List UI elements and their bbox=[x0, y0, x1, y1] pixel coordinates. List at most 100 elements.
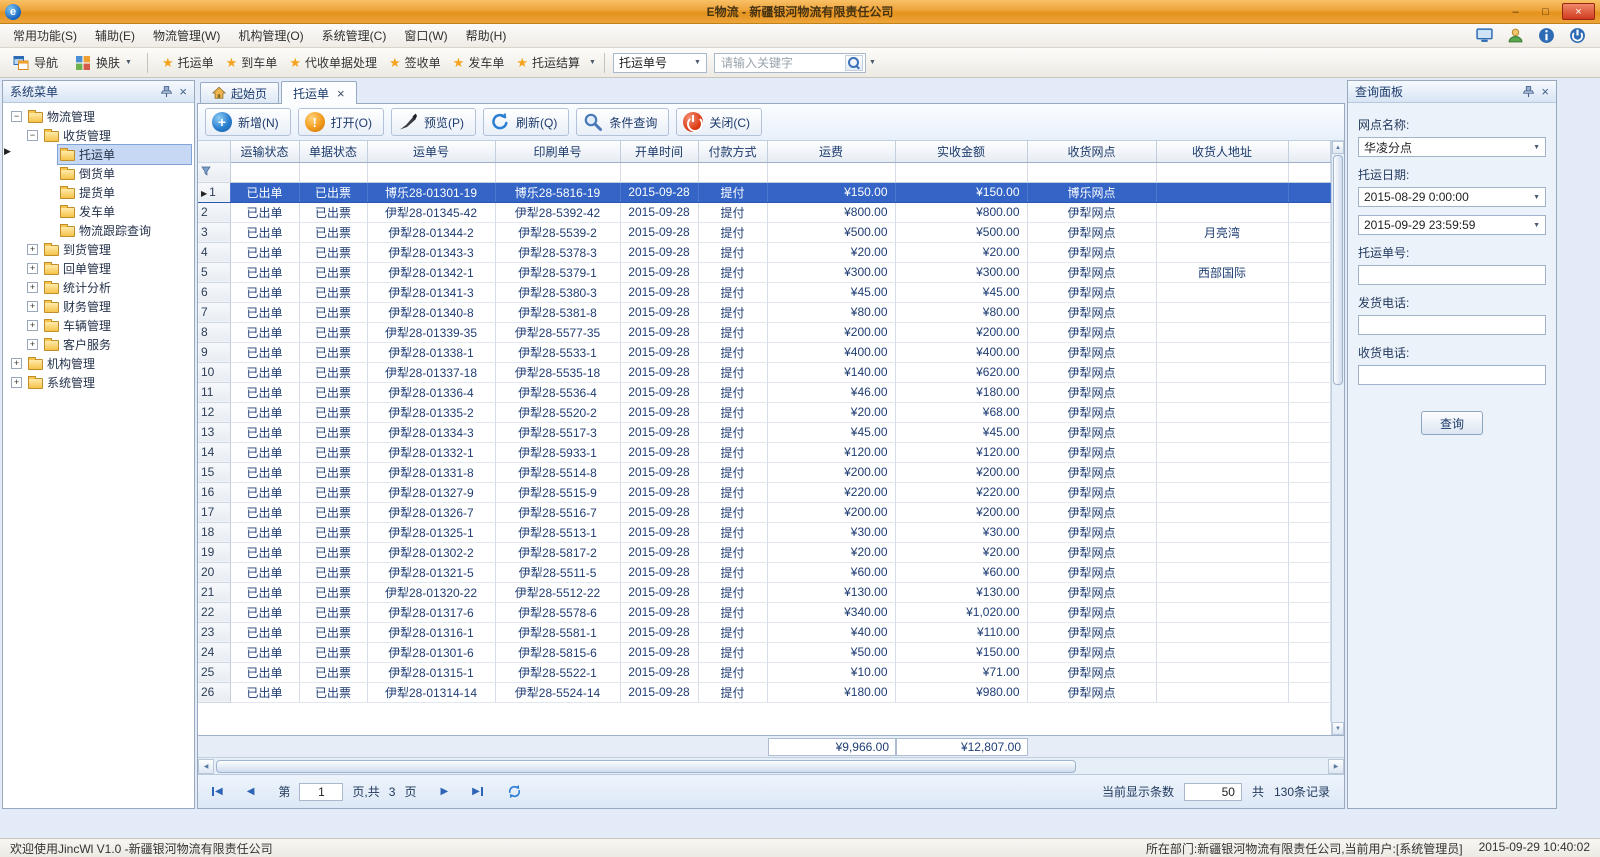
filter-cell[interactable] bbox=[1156, 162, 1288, 182]
next-page-button[interactable]: ▶ bbox=[440, 787, 448, 797]
tab-close-icon[interactable]: × bbox=[337, 87, 345, 100]
table-row[interactable]: ▶10 已出单 已出票 伊犁28-01337-18 伊犁28-5535-18 2… bbox=[198, 362, 1331, 382]
nav-button[interactable]: 导航 bbox=[6, 51, 65, 74]
table-row[interactable]: ▶17 已出单 已出票 伊犁28-01326-7 伊犁28-5516-7 201… bbox=[198, 502, 1331, 522]
close-button[interactable]: × bbox=[1562, 3, 1595, 20]
tree-expander-icon[interactable]: + bbox=[27, 244, 38, 255]
table-row[interactable]: ▶1 已出单 已出票 博乐28-01301-19 博乐28-5816-19 20… bbox=[198, 182, 1331, 202]
column-header[interactable]: 开单时间 bbox=[620, 141, 698, 162]
tree-item[interactable]: − 物流管理 bbox=[3, 107, 194, 126]
favorites-overflow-arrow-icon[interactable]: ▼ bbox=[589, 59, 596, 66]
filter-cell[interactable] bbox=[230, 162, 299, 182]
tree-node[interactable]: 回单管理 bbox=[41, 258, 192, 279]
search-overflow-arrow-icon[interactable]: ▼ bbox=[869, 59, 876, 66]
table-row[interactable]: ▶6 已出单 已出票 伊犁28-01341-3 伊犁28-5380-3 2015… bbox=[198, 282, 1331, 302]
new-button[interactable]: + 新增(N) bbox=[205, 108, 291, 136]
table-row[interactable]: ▶5 已出单 已出票 伊犁28-01342-1 伊犁28-5379-1 2015… bbox=[198, 262, 1331, 282]
date-from-select[interactable]: 2015-08-29 0:00:00 ▼ bbox=[1358, 187, 1546, 207]
user-icon[interactable] bbox=[1507, 27, 1524, 44]
table-row[interactable]: ▶16 已出单 已出票 伊犁28-01327-9 伊犁28-5515-9 201… bbox=[198, 482, 1331, 502]
refresh-button[interactable]: 刷新(Q) bbox=[483, 108, 569, 136]
horizontal-scroll-thumb[interactable] bbox=[216, 760, 1076, 773]
table-row[interactable]: ▶21 已出单 已出票 伊犁28-01320-22 伊犁28-5512-22 2… bbox=[198, 582, 1331, 602]
tree-node[interactable]: 收货管理 bbox=[41, 125, 192, 146]
filter-cell[interactable] bbox=[767, 162, 895, 182]
menu-item[interactable]: 窗口(W) bbox=[395, 23, 456, 48]
table-row[interactable]: ▶20 已出单 已出票 伊犁28-01321-5 伊犁28-5511-5 201… bbox=[198, 562, 1331, 582]
maximize-button[interactable]: □ bbox=[1532, 3, 1559, 20]
tree-node[interactable]: 物流跟踪查询 bbox=[57, 220, 192, 241]
filter-cell[interactable] bbox=[367, 162, 495, 182]
table-row[interactable]: ▶22 已出单 已出票 伊犁28-01317-6 伊犁28-5578-6 201… bbox=[198, 602, 1331, 622]
send-phone-input[interactable] bbox=[1358, 315, 1546, 335]
menu-item[interactable]: 物流管理(W) bbox=[144, 23, 229, 48]
tree-node[interactable]: 车辆管理 bbox=[41, 315, 192, 336]
prev-page-button[interactable]: ◀ bbox=[247, 787, 255, 797]
computer-icon[interactable] bbox=[1476, 27, 1493, 44]
preview-button[interactable]: 预览(P) bbox=[391, 108, 476, 136]
tree-item[interactable]: + 统计分析 bbox=[3, 278, 194, 297]
tab-consignment[interactable]: 托运单 × bbox=[281, 81, 357, 104]
tree-item[interactable]: + 回单管理 bbox=[3, 259, 194, 278]
tree-item[interactable]: 托运单 bbox=[3, 145, 194, 164]
menu-item[interactable]: 常用功能(S) bbox=[4, 23, 86, 48]
tree-expander-icon[interactable]: − bbox=[27, 130, 38, 141]
sidebar-collapse-arrow-icon[interactable]: ▶ bbox=[4, 146, 11, 157]
favorite-shortcut[interactable]: ★ 签收单 bbox=[383, 51, 447, 74]
first-page-button[interactable]: ◀ bbox=[212, 787, 223, 797]
condition-query-button[interactable]: 条件查询 bbox=[576, 108, 669, 136]
close-tab-button[interactable]: 关闭(C) bbox=[676, 108, 762, 136]
search-field-combo[interactable]: 托运单号 ▼ bbox=[613, 53, 707, 73]
recv-phone-input[interactable] bbox=[1358, 365, 1546, 385]
scroll-left-icon[interactable]: ◀ bbox=[198, 759, 214, 774]
filter-cell[interactable] bbox=[1027, 162, 1156, 182]
waybill-input[interactable] bbox=[1358, 265, 1546, 285]
table-row[interactable]: ▶25 已出单 已出票 伊犁28-01315-1 伊犁28-5522-1 201… bbox=[198, 662, 1331, 682]
tree-node[interactable]: 提货单 bbox=[57, 182, 192, 203]
tree-node[interactable]: 托运单 bbox=[57, 144, 192, 165]
vertical-scroll-thumb[interactable] bbox=[1333, 155, 1343, 385]
tree-expander-icon[interactable]: + bbox=[27, 320, 38, 331]
favorite-shortcut[interactable]: ★ 托运单 bbox=[156, 51, 220, 74]
filter-cell[interactable] bbox=[698, 162, 767, 182]
tree-item[interactable]: 物流跟踪查询 bbox=[3, 221, 194, 240]
filter-cell[interactable] bbox=[620, 162, 698, 182]
tree-expander-icon[interactable]: + bbox=[27, 339, 38, 350]
tree-node[interactable]: 物流管理 bbox=[25, 106, 192, 127]
table-row[interactable]: ▶26 已出单 已出票 伊犁28-01314-14 伊犁28-5524-14 2… bbox=[198, 682, 1331, 702]
table-row[interactable]: ▶19 已出单 已出票 伊犁28-01302-2 伊犁28-5817-2 201… bbox=[198, 542, 1331, 562]
tree-expander-icon[interactable]: + bbox=[27, 301, 38, 312]
info-icon[interactable] bbox=[1538, 27, 1555, 44]
menu-item[interactable]: 机构管理(O) bbox=[229, 23, 312, 48]
tree-item[interactable]: + 机构管理 bbox=[3, 354, 194, 373]
tab-home[interactable]: 起始页 bbox=[200, 82, 279, 103]
tree-item[interactable]: − 收货管理 bbox=[3, 126, 194, 145]
tree-node[interactable]: 系统管理 bbox=[25, 372, 192, 393]
tree-item[interactable]: + 系统管理 bbox=[3, 373, 194, 392]
table-row[interactable]: ▶15 已出单 已出票 伊犁28-01331-8 伊犁28-5514-8 201… bbox=[198, 462, 1331, 482]
column-header[interactable]: 运费 bbox=[767, 141, 895, 162]
tree-item[interactable]: + 财务管理 bbox=[3, 297, 194, 316]
tree-item[interactable]: + 到货管理 bbox=[3, 240, 194, 259]
pin-icon[interactable] bbox=[1523, 86, 1534, 97]
favorite-shortcut[interactable]: ★ 发车单 bbox=[447, 51, 511, 74]
close-panel-icon[interactable]: × bbox=[179, 85, 187, 98]
table-row[interactable]: ▶24 已出单 已出票 伊犁28-01301-6 伊犁28-5815-6 201… bbox=[198, 642, 1331, 662]
table-row[interactable]: ▶9 已出单 已出票 伊犁28-01338-1 伊犁28-5533-1 2015… bbox=[198, 342, 1331, 362]
table-row[interactable]: ▶3 已出单 已出票 伊犁28-01344-2 伊犁28-5539-2 2015… bbox=[198, 222, 1331, 242]
skin-button[interactable]: 换肤 ▼ bbox=[68, 51, 139, 74]
search-go-button[interactable] bbox=[845, 55, 863, 71]
tree-node[interactable]: 机构管理 bbox=[25, 353, 192, 374]
query-button[interactable]: 查询 bbox=[1421, 411, 1483, 435]
filter-cell[interactable] bbox=[299, 162, 367, 182]
open-button[interactable]: ! 打开(O) bbox=[298, 108, 384, 136]
tree-expander-icon[interactable]: + bbox=[11, 358, 22, 369]
close-panel-icon[interactable]: × bbox=[1541, 85, 1549, 98]
menu-item[interactable]: 帮助(H) bbox=[457, 23, 516, 48]
tree-item[interactable]: 提货单 bbox=[3, 183, 194, 202]
keyword-input[interactable] bbox=[717, 56, 845, 70]
tree-node[interactable]: 倒货单 bbox=[57, 163, 192, 184]
table-row[interactable]: ▶7 已出单 已出票 伊犁28-01340-8 伊犁28-5381-8 2015… bbox=[198, 302, 1331, 322]
tree-item[interactable]: + 车辆管理 bbox=[3, 316, 194, 335]
column-header[interactable]: 收货网点 bbox=[1027, 141, 1156, 162]
